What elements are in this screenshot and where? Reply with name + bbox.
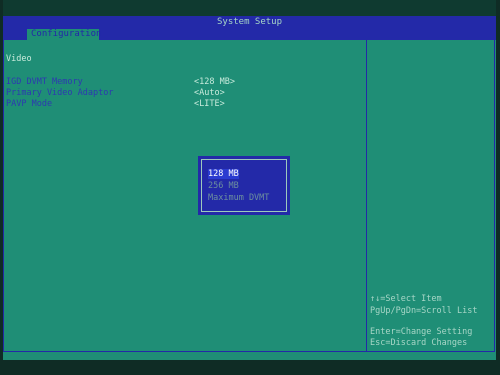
help-discard-changes: Esc=Discard Changes xyxy=(370,338,468,348)
setting-value-igd-dvmt-memory[interactable]: <128 MB> xyxy=(194,77,235,87)
section-title-video: Video xyxy=(6,54,32,64)
monitor-bezel-top xyxy=(0,0,500,16)
setting-value-pavp-mode[interactable]: <LITE> xyxy=(194,99,225,109)
setting-label-igd-dvmt-memory[interactable]: IGD DVMT Memory xyxy=(6,77,83,87)
monitor-bezel-right xyxy=(496,0,500,375)
help-divider xyxy=(366,40,367,352)
setting-value-primary-video-adaptor[interactable]: <Auto> xyxy=(194,88,225,98)
popup-option-maximum-dvmt[interactable]: Maximum DVMT xyxy=(208,193,269,203)
setting-label-pavp-mode[interactable]: PAVP Mode xyxy=(6,99,52,109)
help-select-item: ↑↓=Select Item xyxy=(370,294,442,304)
tab-bar: Configuration xyxy=(3,29,496,40)
popup-option-256mb[interactable]: 256 MB xyxy=(208,181,239,191)
help-change-setting: Enter=Change Setting xyxy=(370,327,473,337)
bios-screen: System Setup Configuration Video IGD DVM… xyxy=(0,0,500,375)
tab-configuration[interactable]: Configuration xyxy=(27,29,101,40)
popup-option-128mb[interactable]: 128 MB xyxy=(208,169,239,179)
monitor-bezel-bottom xyxy=(0,360,500,375)
setup-title: System Setup xyxy=(3,16,496,29)
setting-label-primary-video-adaptor[interactable]: Primary Video Adaptor xyxy=(6,88,113,98)
help-scroll-list: PgUp/PgDn=Scroll List xyxy=(370,306,478,316)
